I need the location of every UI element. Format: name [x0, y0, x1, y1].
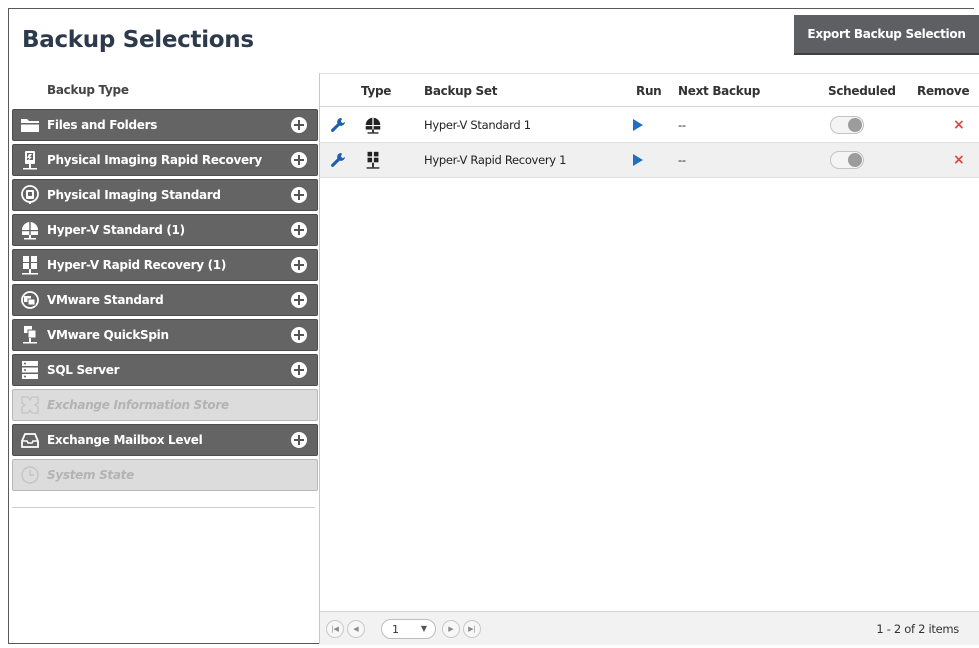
add-plus-icon[interactable] — [291, 362, 307, 378]
item-count: 1 - 2 of 2 items — [876, 622, 959, 636]
type-label: System State — [47, 468, 134, 482]
add-plus-icon[interactable] — [291, 152, 307, 168]
type-label: SQL Server — [47, 363, 120, 377]
next-page-icon[interactable]: ▶ — [442, 620, 460, 638]
backup-set-name: Hyper-V Standard 1 — [424, 118, 531, 132]
sql-server-icon — [22, 361, 38, 379]
column-next-backup[interactable]: Next Backup — [678, 84, 760, 98]
run-play-icon[interactable] — [633, 108, 643, 142]
previous-page-icon[interactable]: ◀ — [347, 620, 365, 638]
type-hyperv-standard[interactable]: Hyper-V Standard (1) — [12, 214, 318, 246]
column-backup-set[interactable]: Backup Set — [424, 84, 497, 98]
exchange-store-icon — [21, 396, 39, 414]
column-scheduled[interactable]: Scheduled — [828, 84, 896, 98]
chevron-down-icon: ▼ — [420, 624, 427, 633]
type-exchange-mailbox-level[interactable]: Exchange Mailbox Level — [12, 424, 318, 456]
first-page-icon[interactable]: |◀ — [326, 620, 344, 638]
type-label: Exchange Information Store — [47, 398, 229, 412]
divider — [12, 507, 315, 508]
add-plus-icon[interactable] — [291, 432, 307, 448]
type-exchange-information-store: Exchange Information Store — [12, 389, 318, 421]
scheduled-toggle[interactable] — [830, 108, 864, 142]
folder-icon — [21, 119, 39, 132]
table-row: Hyper-V Rapid Recovery 1 -- × — [320, 143, 979, 178]
edit-wrench-icon[interactable] — [330, 108, 346, 142]
type-label: Physical Imaging Standard — [47, 188, 221, 202]
last-page-icon[interactable]: ▶| — [463, 620, 481, 638]
add-plus-icon[interactable] — [291, 292, 307, 308]
column-run[interactable]: Run — [636, 84, 662, 98]
hyperv-rapid-recovery-icon — [363, 143, 383, 177]
table-row: Hyper-V Standard 1 -- × — [320, 108, 979, 143]
add-plus-icon[interactable] — [291, 257, 307, 273]
type-sql-server[interactable]: SQL Server — [12, 354, 318, 386]
add-plus-icon[interactable] — [291, 187, 307, 203]
type-label: Physical Imaging Rapid Recovery — [47, 153, 262, 167]
grid-header: Type Backup Set Run Next Backup Schedule… — [320, 74, 979, 107]
type-label: Hyper-V Rapid Recovery (1) — [47, 258, 227, 272]
export-backup-selection-button[interactable]: Export Backup Selection — [794, 15, 979, 55]
backup-type-list: Files and Folders Physical Imaging Rapid… — [12, 109, 318, 494]
add-plus-icon[interactable] — [291, 117, 307, 133]
type-vmware-quickspin[interactable]: VMware QuickSpin — [12, 319, 318, 351]
type-label: VMware QuickSpin — [47, 328, 169, 342]
physical-standard-icon — [21, 185, 39, 204]
next-backup-value: -- — [678, 153, 686, 167]
vmware-quickspin-icon — [23, 326, 37, 344]
type-label: VMware Standard — [47, 293, 164, 307]
type-system-state: System State — [12, 459, 318, 491]
mailbox-icon — [21, 433, 39, 448]
physical-rapid-recovery-icon — [23, 151, 37, 170]
hyperv-rapid-recovery-icon — [22, 256, 38, 275]
scheduled-toggle[interactable] — [830, 143, 864, 177]
hyperv-standard-icon — [363, 108, 383, 142]
column-remove[interactable]: Remove — [917, 84, 970, 98]
type-label: Exchange Mailbox Level — [47, 433, 203, 447]
edit-wrench-icon[interactable] — [330, 143, 346, 177]
page-number-select[interactable]: 1 ▼ — [381, 619, 436, 639]
type-label: Hyper-V Standard (1) — [47, 223, 185, 237]
backup-set-grid: Type Backup Set Run Next Backup Schedule… — [319, 73, 979, 645]
backup-type-panel: Backup Type Files and Folders Physical I… — [9, 73, 318, 643]
add-plus-icon[interactable] — [291, 327, 307, 343]
remove-icon[interactable]: × — [953, 108, 965, 142]
vmware-standard-icon — [21, 291, 39, 309]
type-vmware-standard[interactable]: VMware Standard — [12, 284, 318, 316]
page-title: Backup Selections — [22, 27, 254, 53]
grid-pager: |◀ ◀ 1 ▼ ▶ ▶| 1 - 2 of 2 items — [320, 611, 979, 645]
next-backup-value: -- — [678, 118, 686, 132]
backup-set-name: Hyper-V Rapid Recovery 1 — [424, 153, 567, 167]
backup-type-heading: Backup Type — [47, 83, 129, 97]
clock-icon — [21, 466, 39, 484]
type-label: Files and Folders — [47, 118, 158, 132]
page-number: 1 — [392, 622, 399, 636]
remove-icon[interactable]: × — [953, 143, 965, 177]
column-type[interactable]: Type — [361, 84, 391, 98]
type-physical-imaging-rapid-recovery[interactable]: Physical Imaging Rapid Recovery — [12, 144, 318, 176]
type-hyperv-rapid-recovery[interactable]: Hyper-V Rapid Recovery (1) — [12, 249, 318, 281]
type-files-and-folders[interactable]: Files and Folders — [12, 109, 318, 141]
type-physical-imaging-standard[interactable]: Physical Imaging Standard — [12, 179, 318, 211]
hyperv-standard-icon — [22, 222, 38, 240]
run-play-icon[interactable] — [633, 143, 643, 177]
add-plus-icon[interactable] — [291, 222, 307, 238]
